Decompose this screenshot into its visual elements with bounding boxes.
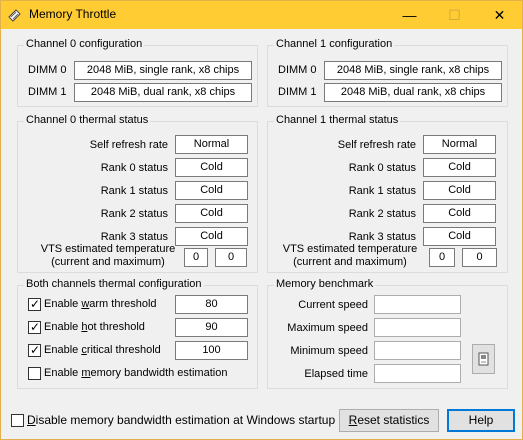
vts-current-field[interactable]: 0 [429, 248, 455, 267]
hot-threshold-checkbox[interactable]: ✓ [28, 320, 41, 334]
hot-threshold-label[interactable]: Enable hot threshold [44, 321, 145, 333]
critical-threshold-input[interactable]: 100 [175, 341, 248, 360]
minimum-speed-field[interactable] [374, 341, 461, 360]
self-refresh-field[interactable]: Normal [175, 135, 248, 154]
minimum-speed-label: Minimum speed [290, 345, 368, 357]
rank0-status-label: Rank 0 status [348, 162, 416, 174]
vts-label-line1: VTS estimated temperature [282, 243, 418, 255]
vts-label-line2: (current and maximum) [293, 256, 407, 268]
elapsed-time-field[interactable] [374, 364, 461, 383]
dimm1-label: DIMM 1 [278, 86, 317, 98]
checkmark-icon: ✓ [30, 320, 41, 334]
current-speed-field[interactable] [374, 295, 461, 314]
disable-at-startup-checkbox[interactable] [11, 414, 24, 427]
dimm0-field[interactable]: 2048 MiB, single rank, x8 chips [74, 61, 252, 80]
memory-bandwidth-checkbox[interactable] [28, 367, 41, 380]
elapsed-time-label: Elapsed time [304, 368, 368, 380]
memory-throttle-window: Memory Throttle — ☐ ✕ Channel 0 configur… [0, 0, 523, 440]
group-title: Both channels thermal configuration [24, 278, 204, 290]
group-title: Memory benchmark [274, 278, 376, 290]
title-bar[interactable]: Memory Throttle — ☐ ✕ [1, 1, 522, 29]
vts-label-line2: (current and maximum) [51, 256, 165, 268]
vts-current-field[interactable]: 0 [184, 248, 208, 267]
checkmark-icon: ✓ [30, 343, 41, 357]
rank3-status-label: Rank 3 status [348, 231, 416, 243]
rank3-status-field[interactable]: Cold [423, 227, 496, 246]
warm-threshold-label[interactable]: Enable warm threshold [44, 298, 157, 310]
rank1-status-label: Rank 1 status [100, 185, 168, 197]
maximum-speed-label: Maximum speed [287, 322, 368, 334]
thermal-config-group: Both channels thermal configuration ✓ En… [17, 278, 258, 389]
maximize-button[interactable]: ☐ [432, 1, 477, 29]
self-refresh-label: Self refresh rate [89, 139, 168, 151]
rank2-status-field[interactable]: Cold [423, 204, 496, 223]
critical-threshold-checkbox[interactable]: ✓ [28, 343, 41, 357]
rank2-status-label: Rank 2 status [348, 208, 416, 220]
channel0-config-group: Channel 0 configuration DIMM 0 2048 MiB,… [17, 38, 258, 107]
dimm0-label: DIMM 0 [278, 64, 317, 76]
disable-at-startup-label[interactable]: Disable memory bandwidth estimation at W… [27, 413, 335, 427]
maximum-speed-field[interactable] [374, 318, 461, 337]
rank0-status-field[interactable]: Cold [423, 158, 496, 177]
vts-max-field[interactable]: 0 [215, 248, 247, 267]
self-refresh-field[interactable]: Normal [423, 135, 496, 154]
window-title: Memory Throttle [29, 7, 117, 21]
memory-chip-icon [478, 352, 489, 366]
rank3-status-label: Rank 3 status [100, 231, 168, 243]
dimm1-field[interactable]: 2048 MiB, dual rank, x8 chips [324, 83, 502, 102]
rank2-status-field[interactable]: Cold [175, 204, 248, 223]
memory-benchmark-group: Memory benchmark Current speed Maximum s… [267, 278, 508, 389]
group-title: Channel 0 thermal status [24, 114, 151, 126]
minimize-button[interactable]: — [387, 1, 432, 29]
run-benchmark-button[interactable] [472, 344, 495, 374]
rank0-status-field[interactable]: Cold [175, 158, 248, 177]
checkmark-icon: ✓ [30, 297, 41, 311]
warm-threshold-input[interactable]: 80 [175, 295, 248, 314]
warm-threshold-checkbox[interactable]: ✓ [28, 297, 41, 311]
dimm0-field[interactable]: 2048 MiB, single rank, x8 chips [324, 61, 502, 80]
vts-max-field[interactable]: 0 [462, 248, 497, 267]
rank0-status-label: Rank 0 status [100, 162, 168, 174]
rank2-status-label: Rank 2 status [100, 208, 168, 220]
group-title: Channel 1 thermal status [274, 114, 401, 126]
group-title: Channel 0 configuration [24, 38, 145, 50]
rank1-status-field[interactable]: Cold [423, 181, 496, 200]
hot-threshold-input[interactable]: 90 [175, 318, 248, 337]
dimm1-field[interactable]: 2048 MiB, dual rank, x8 chips [74, 83, 252, 102]
channel1-config-group: Channel 1 configuration DIMM 0 2048 MiB,… [267, 38, 508, 107]
rank1-status-field[interactable]: Cold [175, 181, 248, 200]
current-speed-label: Current speed [298, 299, 368, 311]
close-button[interactable]: ✕ [477, 1, 522, 29]
memory-bandwidth-label[interactable]: Enable memory bandwidth estimation [44, 367, 227, 379]
self-refresh-label: Self refresh rate [337, 139, 416, 151]
reset-statistics-button[interactable]: Reset statistics [339, 409, 439, 432]
vts-label-line1: VTS estimated temperature [40, 243, 176, 255]
dimm1-label: DIMM 1 [28, 86, 67, 98]
dimm0-label: DIMM 0 [28, 64, 67, 76]
group-title: Channel 1 configuration [274, 38, 395, 50]
channel1-thermal-group: Channel 1 thermal status Self refresh ra… [267, 114, 508, 273]
help-button[interactable]: Help [447, 409, 515, 432]
rank1-status-label: Rank 1 status [348, 185, 416, 197]
rank3-status-field[interactable]: Cold [175, 227, 248, 246]
critical-threshold-label[interactable]: Enable critical threshold [44, 344, 161, 356]
app-icon [8, 9, 21, 22]
channel0-thermal-group: Channel 0 thermal status Self refresh ra… [17, 114, 258, 273]
